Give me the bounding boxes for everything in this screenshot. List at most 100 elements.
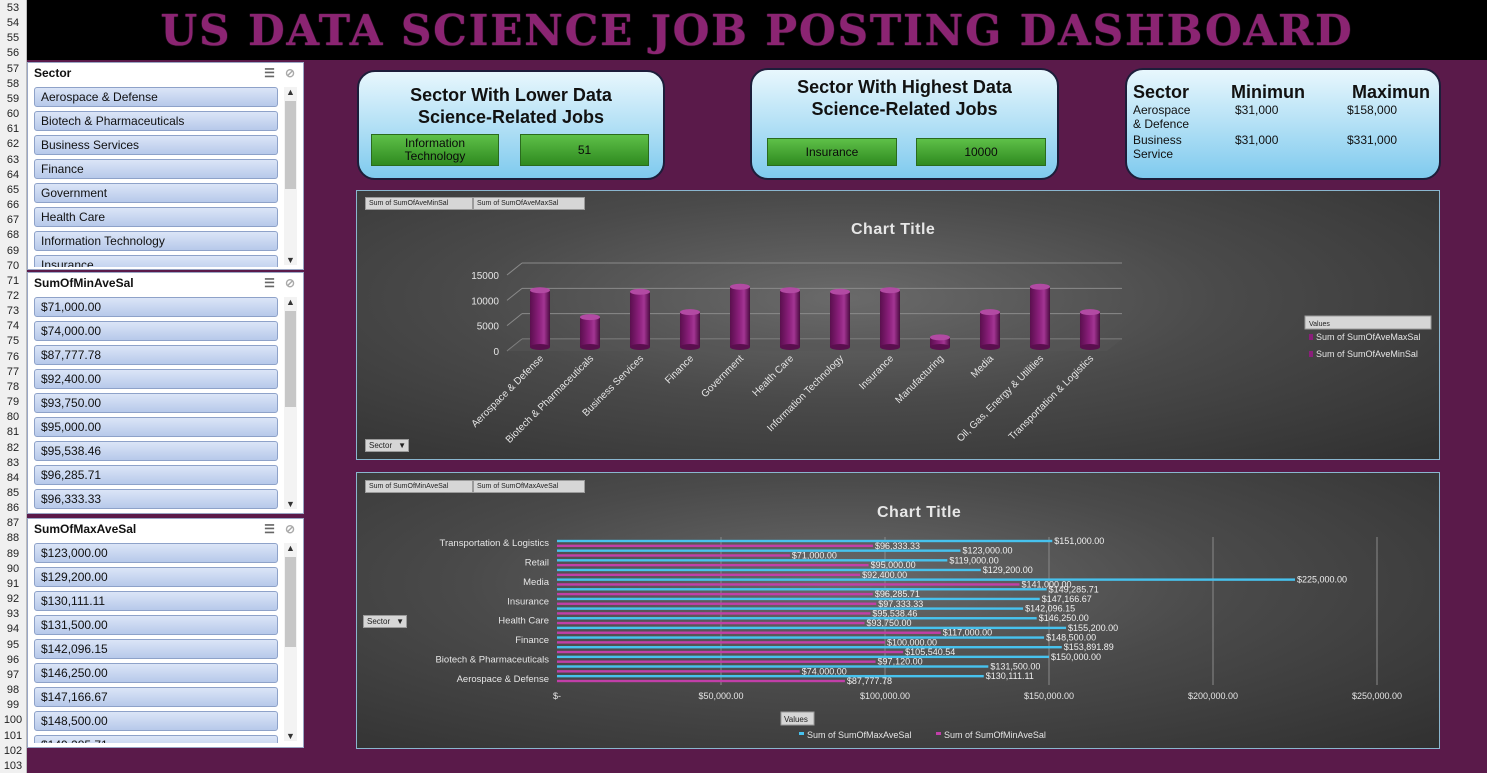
slicer-item[interactable]: $123,000.00 <box>34 543 278 563</box>
x-tick-label: $250,000.00 <box>1352 691 1402 701</box>
slicer-item[interactable]: Health Care <box>34 207 278 227</box>
slicer-item[interactable]: $93,750.00 <box>34 393 278 413</box>
clear-filter-icon[interactable]: ⊘ <box>285 522 295 536</box>
slicer-item[interactable]: $96,333.33 <box>34 489 278 509</box>
slicer-item[interactable]: $95,000.00 <box>34 417 278 437</box>
slicer-item[interactable]: Business Services <box>34 135 278 155</box>
slicer-item[interactable]: $142,096.15 <box>34 639 278 659</box>
cylinder-base <box>530 344 550 350</box>
slicer-item[interactable]: $71,000.00 <box>34 297 278 317</box>
pivot-chart-salary-bars[interactable]: Sum of SumOfMinAveSal Sum of SumOfMaxAve… <box>356 472 1440 749</box>
row-number: 100 <box>3 714 23 727</box>
multiselect-icon[interactable]: ☰ <box>264 276 275 290</box>
slicer-item[interactable]: $130,111.11 <box>34 591 278 611</box>
card-title-line2: Science-Related Jobs <box>417 107 605 127</box>
data-label: $131,500.00 <box>990 662 1040 672</box>
card-salary-range: Sector Minimun Maximun Aerospace & Defen… <box>1125 68 1441 180</box>
slicer-item[interactable]: Government <box>34 183 278 203</box>
slicer-item[interactable]: $147,166.67 <box>34 687 278 707</box>
cylinder-top <box>1080 309 1100 316</box>
data-label: $130,111.11 <box>986 671 1034 681</box>
x-tick-label: $- <box>553 691 561 701</box>
clear-filter-icon[interactable]: ⊘ <box>285 66 295 80</box>
scroll-thumb[interactable] <box>285 557 296 647</box>
slicer-sector[interactable]: Sector ☰ ⊘ Aerospace & Defense Biotech &… <box>27 62 304 270</box>
slicer-item[interactable]: $146,250.00 <box>34 663 278 683</box>
slicer-header: Sector ☰ ⊘ <box>28 63 303 83</box>
row-number: 76 <box>6 350 20 363</box>
x-tick-label: $50,000.00 <box>698 691 743 701</box>
salary-min-2: $31,000 <box>1235 133 1279 147</box>
scroll-down-icon[interactable]: ▼ <box>284 731 297 741</box>
slicer-max-ave-sal[interactable]: SumOfMaxAveSal ☰ ⊘ $123,000.00 $129,200.… <box>27 518 304 748</box>
pivot-chart-sector-cylinders[interactable]: Sum of SumOfAveMinSal Sum of SumOfAveMax… <box>356 190 1440 460</box>
lower-sector-line2: Technology <box>404 149 466 163</box>
slicer-item[interactable]: Aerospace & Defense <box>34 87 278 107</box>
slicer-item[interactable]: $149,285.71 <box>34 735 278 743</box>
data-label: $100,000.00 <box>887 637 937 647</box>
scroll-up-icon[interactable]: ▲ <box>284 543 297 553</box>
legend: Values Sum of SumOfAveMaxSal Sum of SumOfA… <box>1304 315 1432 359</box>
row-number: 80 <box>6 411 20 424</box>
slicer-item[interactable]: Information Technology <box>34 231 278 251</box>
slicer-item[interactable]: $87,777.78 <box>34 345 278 365</box>
bar <box>557 554 790 557</box>
scroll-up-icon[interactable]: ▲ <box>284 87 297 97</box>
salary-max-1: $158,000 <box>1347 103 1398 117</box>
slicer-min-ave-sal[interactable]: SumOfMinAveSal ☰ ⊘ $71,000.00 $74,000.00… <box>27 272 304 514</box>
bar <box>557 655 1049 659</box>
cylinder-top <box>530 287 550 294</box>
salary-sector-1-line1: Aerospace <box>1133 103 1191 117</box>
scroll-thumb[interactable] <box>285 101 296 189</box>
slicer-scrollbar[interactable]: ▲ ▼ <box>284 297 297 509</box>
slicer-item[interactable]: $148,500.00 <box>34 711 278 731</box>
slicer-item[interactable]: $92,400.00 <box>34 369 278 389</box>
row-number: 67 <box>6 214 20 227</box>
bar <box>557 592 873 596</box>
row-number: 81 <box>6 426 20 439</box>
slicer-item[interactable]: Finance <box>34 159 278 179</box>
slicer-item[interactable]: $95,538.46 <box>34 441 278 461</box>
scroll-thumb[interactable] <box>285 311 296 407</box>
cylinder-base <box>780 344 800 350</box>
salary-header-sector: Sector <box>1133 82 1190 102</box>
slicer-item[interactable]: $129,200.00 <box>34 567 278 587</box>
bar <box>557 607 1024 610</box>
slicer-item[interactable]: Biotech & Pharmaceuticals <box>34 111 278 131</box>
scroll-down-icon[interactable]: ▼ <box>284 255 297 265</box>
bar <box>557 612 871 615</box>
slicer-item[interactable]: Insurance <box>34 255 278 267</box>
row-number: 77 <box>6 365 20 378</box>
slicer-item[interactable]: $96,285.71 <box>34 465 278 485</box>
multiselect-icon[interactable]: ☰ <box>264 522 275 536</box>
card-highest-sector: Sector With Highest Data Science-Related… <box>750 68 1059 180</box>
bar <box>557 578 1295 581</box>
salary-sector-2: Business Service <box>1133 133 1182 161</box>
scroll-down-icon[interactable]: ▼ <box>284 499 297 509</box>
bar <box>557 646 1062 649</box>
scroll-up-icon[interactable]: ▲ <box>284 297 297 307</box>
y-category-label: Biotech & Pharmaceuticals <box>435 655 549 666</box>
legend-swatch <box>1309 334 1313 340</box>
slicer-scrollbar[interactable]: ▲ ▼ <box>284 543 297 741</box>
multiselect-icon[interactable]: ☰ <box>264 66 275 80</box>
cylinder-top <box>1030 283 1050 290</box>
x-tick-label: Insurance <box>857 353 896 392</box>
salary-sector-2-line2: Service <box>1133 147 1174 161</box>
row-number: 101 <box>3 729 23 742</box>
slicer-item[interactable]: $74,000.00 <box>34 321 278 341</box>
row-number: 62 <box>6 138 20 151</box>
cylinder-bar <box>780 290 800 347</box>
x-tick-label: Government <box>699 353 746 400</box>
card-title-line1: Sector With Lower Data <box>410 85 612 105</box>
cylinder-top <box>580 314 600 321</box>
slicer-scrollbar[interactable]: ▲ ▼ <box>284 87 297 265</box>
row-number: 65 <box>6 183 20 196</box>
row-number: 59 <box>6 92 20 105</box>
y-category-label: Aerospace & Defense <box>457 674 549 685</box>
data-label: $97,120.00 <box>878 657 923 667</box>
row-number: 96 <box>6 653 20 666</box>
slicer-item[interactable]: $131,500.00 <box>34 615 278 635</box>
row-number: 97 <box>6 668 20 681</box>
clear-filter-icon[interactable]: ⊘ <box>285 276 295 290</box>
